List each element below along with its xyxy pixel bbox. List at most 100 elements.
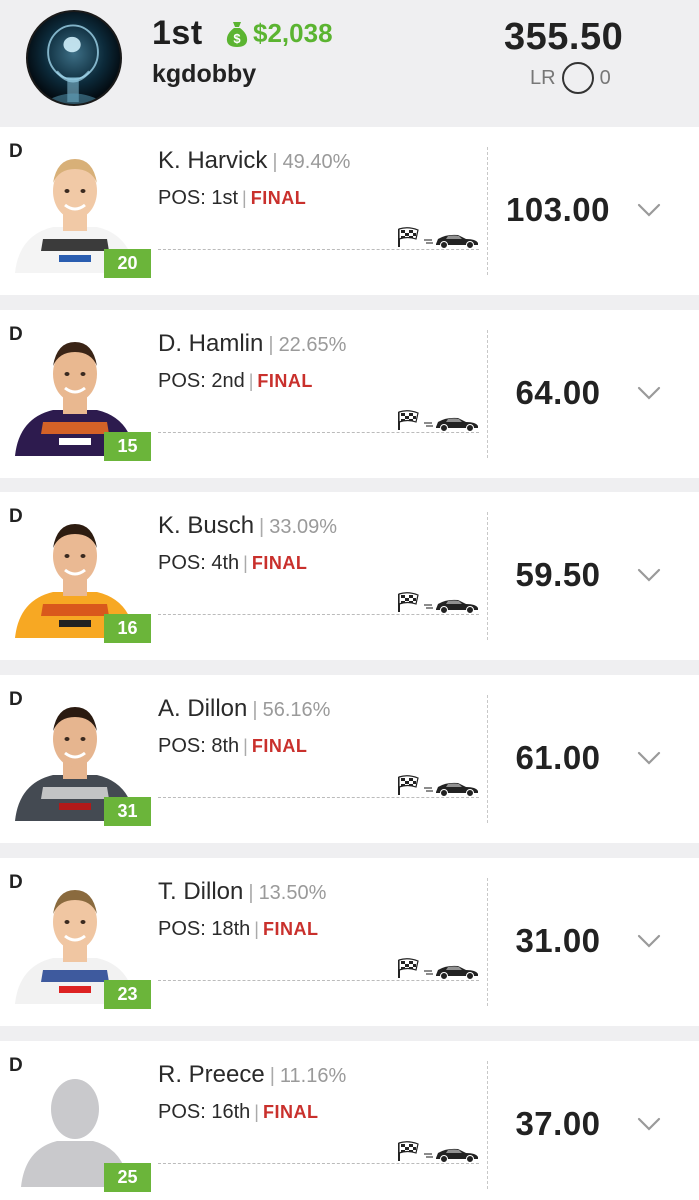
race-status: FINAL (257, 371, 313, 391)
lr-value: 0 (599, 66, 611, 89)
separator: | (243, 736, 248, 756)
race-car-icon (424, 599, 478, 614)
rank-label: 1st (152, 14, 203, 52)
separator: | (242, 188, 247, 208)
separator: | (272, 151, 278, 173)
finish-position: POS: 2nd (158, 370, 245, 392)
car-number-badge: 16 (104, 614, 151, 643)
driver-points: 31.00 (515, 922, 601, 959)
finish-position: POS: 16th (158, 1101, 251, 1123)
separator: | (269, 1065, 275, 1087)
driver-points: 59.50 (515, 556, 601, 593)
chevron-down-icon[interactable] (636, 1115, 662, 1133)
driver-card[interactable]: D 25 R. Preece | 11.16% POS: 16th | FINAL 37.00 (0, 1041, 699, 1200)
ownership-percent: 13.50% (258, 882, 327, 904)
race-progress-track (158, 1163, 479, 1164)
driver-name[interactable]: A. Dillon (158, 695, 247, 723)
column-divider (487, 330, 488, 458)
race-progress-track (158, 980, 479, 981)
chevron-down-icon[interactable] (636, 932, 662, 950)
money-bag-icon: $ (226, 21, 248, 47)
chevron-down-icon[interactable] (636, 201, 662, 219)
race-status: FINAL (262, 919, 319, 939)
ownership-percent: 49.40% (282, 151, 351, 173)
lr-indicator: LR 0 (530, 62, 611, 94)
race-progress-track (158, 797, 479, 798)
user-avatar[interactable] (26, 10, 122, 106)
finish-position: POS: 1st (158, 187, 239, 209)
lr-circle-icon (561, 62, 594, 94)
xray-head-icon (41, 24, 107, 104)
separator: | (243, 553, 248, 573)
driver-points: 37.00 (515, 1105, 601, 1142)
separator: | (252, 699, 258, 721)
prize-winnings: $ $2,038 (224, 18, 333, 49)
column-divider (487, 1061, 488, 1189)
driver-name[interactable]: T. Dillon (158, 878, 243, 906)
chevron-down-icon[interactable] (636, 566, 662, 584)
race-status: FINAL (251, 553, 308, 573)
checkered-flag-icon (398, 1141, 419, 1161)
driver-name-row: K. Busch | 33.09% (158, 512, 337, 540)
column-divider (487, 147, 488, 275)
race-progress-track (158, 432, 479, 433)
checkered-flag-icon (398, 958, 419, 978)
driver-card[interactable]: D 16 K. Busch | 33.09% POS: 4th | FINAL 59.50 (0, 492, 699, 660)
username: kgdobby (152, 60, 257, 88)
chevron-down-icon[interactable] (636, 749, 662, 767)
car-number-badge: 31 (104, 797, 151, 826)
driver-card[interactable]: D 15 D. Hamlin | 22.65% POS: 2nd | FINAL 64.00 (0, 310, 699, 478)
race-status: FINAL (250, 188, 307, 208)
race-progress-track (158, 249, 479, 250)
checkered-flag-icon (398, 775, 419, 795)
finish-position: POS: 4th (158, 552, 240, 574)
position-row: POS: 18th | FINAL (158, 918, 318, 941)
car-number-badge: 20 (104, 249, 151, 278)
driver-name-row: R. Preece | 11.16% (158, 1061, 346, 1089)
driver-name[interactable]: K. Harvick (158, 147, 267, 175)
driver-points: 64.00 (515, 374, 601, 411)
total-points: 355.50 (504, 16, 624, 58)
separator: | (254, 1102, 259, 1122)
driver-name-row: K. Harvick | 49.40% (158, 147, 350, 175)
column-divider (487, 878, 488, 1006)
driver-points: 103.00 (506, 191, 610, 228)
lineup-header: 1st $ $2,038 kgdobby 355.50 LR 0 (0, 0, 699, 127)
separator: | (259, 516, 265, 538)
race-progress-track (158, 614, 479, 615)
driver-name-row: A. Dillon | 56.16% (158, 695, 330, 723)
position-row: POS: 4th | FINAL (158, 552, 307, 575)
ownership-percent: 33.09% (269, 516, 338, 538)
finish-position: POS: 18th (158, 918, 251, 940)
column-divider (487, 512, 488, 640)
ownership-percent: 22.65% (278, 334, 347, 356)
checkered-flag-icon (398, 410, 419, 430)
position-row: POS: 2nd | FINAL (158, 370, 313, 393)
separator: | (268, 334, 274, 356)
driver-card[interactable]: D 31 A. Dillon | 56.16% POS: 8th | FINAL 61.00 (0, 675, 699, 843)
car-number-badge: 15 (104, 432, 151, 461)
race-car-icon (424, 234, 478, 249)
race-status: FINAL (251, 736, 308, 756)
race-car-icon (424, 417, 478, 432)
race-status: FINAL (262, 1102, 319, 1122)
driver-name[interactable]: R. Preece (158, 1061, 265, 1089)
car-number-badge: 25 (104, 1163, 151, 1192)
separator: | (248, 371, 254, 391)
driver-points: 61.00 (515, 739, 601, 776)
driver-name-row: T. Dillon | 13.50% (158, 878, 326, 906)
position-row: POS: 16th | FINAL (158, 1101, 318, 1124)
driver-name[interactable]: D. Hamlin (158, 330, 263, 358)
race-car-icon (424, 965, 478, 980)
separator: | (248, 882, 254, 904)
ownership-percent: 56.16% (262, 699, 331, 721)
checkered-flag-icon (398, 592, 419, 612)
position-row: POS: 8th | FINAL (158, 735, 307, 758)
race-car-icon (424, 1148, 478, 1163)
separator: | (254, 919, 259, 939)
chevron-down-icon[interactable] (636, 384, 662, 402)
driver-name-row: D. Hamlin | 22.65% (158, 330, 346, 358)
driver-card[interactable]: D 23 T. Dillon | 13.50% POS: 18th | FINAL 31.00 (0, 858, 699, 1026)
driver-card[interactable]: D 20 K. Harvick | 49.40% POS: 1st | FINAL 103.00 (0, 127, 699, 295)
driver-name[interactable]: K. Busch (158, 512, 254, 540)
